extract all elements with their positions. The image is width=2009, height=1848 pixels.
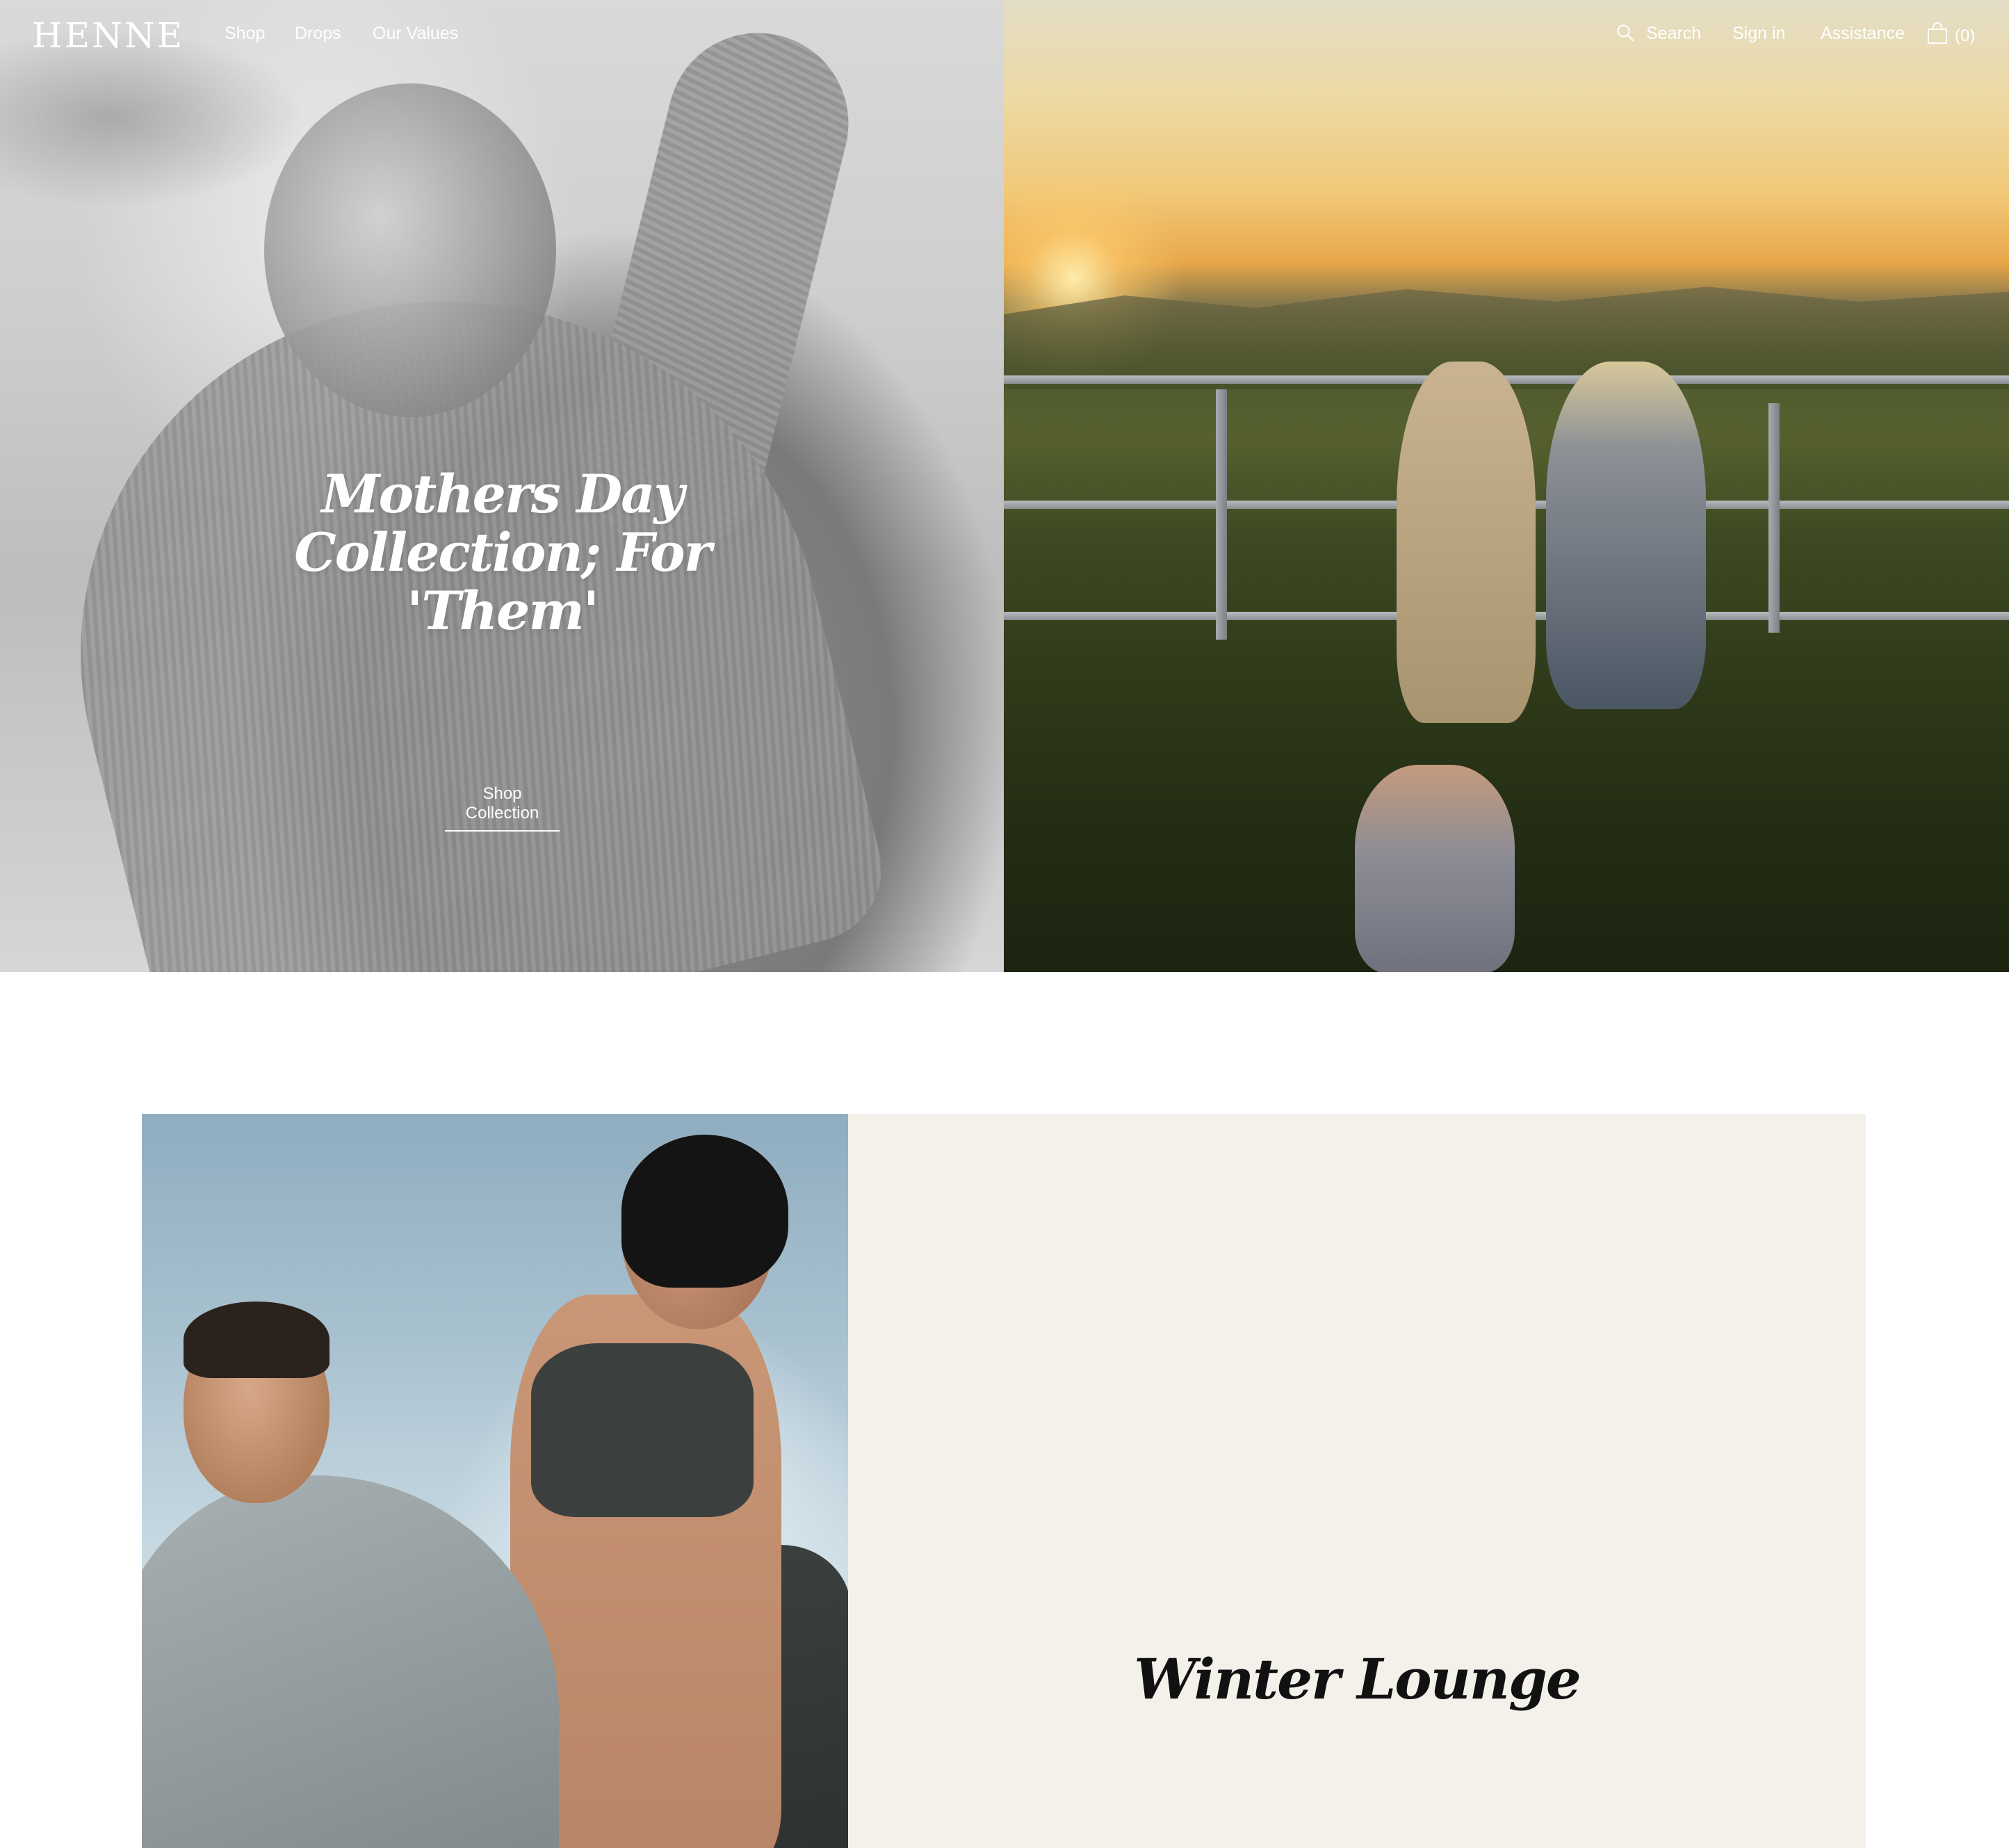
hero-image-detail: [1546, 362, 1706, 709]
hero-image-detail: [1355, 765, 1515, 972]
winter-lounge-image-detail: [142, 1475, 559, 1848]
site-header: HENNE Shop Drops Our Values Search Sign …: [0, 0, 2009, 70]
hero-image-children[interactable]: [1004, 0, 2009, 972]
winter-lounge-panel[interactable]: Winter Lounge: [848, 1114, 1866, 1848]
winter-lounge-image-detail: [531, 1343, 754, 1517]
cart-count[interactable]: (0): [1955, 26, 1975, 46]
shop-collection-link[interactable]: Shop Collection: [445, 784, 560, 832]
search-icon[interactable]: [1616, 24, 1634, 42]
winter-lounge-image-detail: [621, 1135, 788, 1288]
nav-our-values[interactable]: Our Values: [373, 24, 458, 44]
hero-image-detail: [1397, 362, 1536, 723]
henne-logo[interactable]: HENNE: [32, 15, 184, 56]
search-link[interactable]: Search: [1646, 24, 1701, 44]
assistance-link[interactable]: Assistance: [1821, 24, 1905, 44]
winter-lounge-title: Winter Lounge: [1134, 1646, 1581, 1712]
hero-section: Mothers Day Collection; For 'Them' Shop …: [0, 0, 2009, 972]
hero-title: Mothers Day Collection; For 'Them': [294, 462, 712, 642]
hero-image-detail: [1768, 403, 1780, 633]
shopping-bag-icon[interactable]: [1927, 22, 1948, 44]
nav-drops[interactable]: Drops: [295, 24, 341, 44]
hero-image-detail: [264, 83, 556, 417]
sign-in-link[interactable]: Sign in: [1732, 24, 1785, 44]
winter-lounge-image-detail: [184, 1302, 330, 1378]
winter-lounge-image[interactable]: [142, 1114, 848, 1848]
nav-shop[interactable]: Shop: [225, 24, 265, 44]
hero-image-detail: [1216, 389, 1227, 640]
